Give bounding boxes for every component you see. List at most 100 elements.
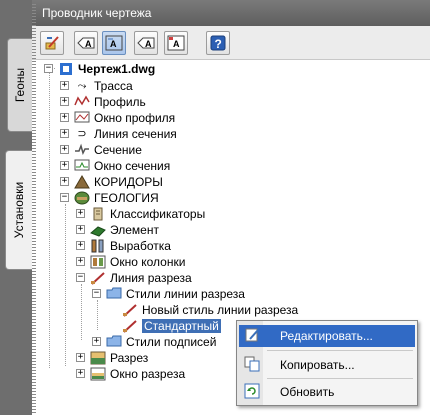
svg-text:A: A (110, 39, 117, 49)
tree-root[interactable]: − Чертеж1.dwg (44, 61, 155, 77)
sample-line-icon: ⊃ (77, 128, 87, 140)
label-style-arrow-icon: A (137, 37, 155, 49)
label-style-active-icon: A (105, 35, 123, 51)
expand-toggle[interactable]: + (60, 81, 69, 90)
collapse-toggle[interactable]: − (92, 289, 101, 298)
expand-toggle[interactable]: + (76, 353, 85, 362)
expand-toggle[interactable]: + (60, 97, 69, 106)
element-icon (90, 223, 106, 237)
tree-item-label: Линия сечения (94, 127, 177, 141)
tab-geons[interactable]: Геоны (7, 38, 32, 132)
tree-item-label: Трасса (94, 79, 133, 93)
tree-item-label: Окно сечения (94, 159, 171, 173)
tree-item-alignment[interactable]: + ⤳ Трасса (60, 78, 133, 94)
tree-item-label: Новый стиль линии разреза (142, 303, 299, 317)
menu-separator (267, 350, 413, 351)
label-style-grid-icon: A (167, 35, 185, 51)
svg-text:?: ? (215, 37, 222, 51)
tree-item-cut-line[interactable]: − Линия разреза (76, 270, 192, 286)
label-style-icon: A (77, 37, 95, 49)
label-style-active-button[interactable]: A (102, 31, 126, 55)
tree-root-label: Чертеж1.dwg (78, 62, 156, 76)
expand-toggle[interactable]: + (76, 209, 85, 218)
tree-item-label: Сечение (94, 143, 142, 157)
tree-item-cross-section-view[interactable]: + Окно разреза (76, 366, 185, 382)
side-tab-strip: Геоны Установки (0, 0, 33, 415)
menu-item-label: Редактировать... (280, 329, 373, 343)
tree-item-profile-view[interactable]: + Окно профиля (60, 110, 175, 126)
geology-icon (74, 191, 90, 205)
tree-item-label: КОРИДОРЫ (94, 175, 163, 189)
cut-line-style-icon (122, 303, 138, 317)
menu-item-copy[interactable]: Копировать... (239, 354, 415, 376)
help-button[interactable]: ? (206, 31, 230, 55)
label-style-button[interactable]: A (74, 31, 98, 55)
tree-item-label-selected: Стандартный (142, 319, 221, 333)
panel-titlebar[interactable]: Проводник чертежа (32, 0, 430, 26)
expand-toggle[interactable]: + (76, 241, 85, 250)
tree-item-geology[interactable]: − ГЕОЛОГИЯ (60, 190, 159, 206)
tree-item-column-view[interactable]: + Окно колонки (76, 254, 185, 270)
profile-icon (74, 95, 90, 109)
tab-settings-label: Установки (12, 181, 27, 239)
label-style-arrow-button[interactable]: A (134, 31, 158, 55)
expand-toggle[interactable]: + (60, 177, 69, 186)
tree-item-label: Окно профиля (94, 111, 176, 125)
folder-icon (106, 287, 122, 301)
corridor-icon (74, 175, 90, 189)
column-view-icon (90, 255, 106, 269)
label-style-grid-button[interactable]: A (164, 31, 188, 55)
tab-geons-label: Геоны (13, 67, 28, 103)
tree-item-borehole[interactable]: + Выработка (76, 238, 171, 254)
tree-item-cross-section[interactable]: + Разрез (76, 350, 148, 366)
cut-line-style-icon (122, 319, 138, 333)
expand-toggle[interactable]: + (76, 369, 85, 378)
help-icon: ? (210, 35, 226, 51)
copy-icon (242, 356, 262, 374)
svg-text:A: A (145, 39, 152, 49)
panel-gripper[interactable] (32, 4, 36, 415)
context-menu: Редактировать... Копировать... Обновить (236, 320, 418, 406)
section-icon (74, 143, 90, 157)
tree-item-element[interactable]: + Элемент (76, 222, 159, 238)
tree-item-sample-line[interactable]: + ⊃ Линия сечения (60, 126, 177, 142)
tree-item-label: Классификаторы (110, 207, 206, 221)
collapse-toggle[interactable]: − (60, 193, 69, 202)
tree-item-corridors[interactable]: + КОРИДОРЫ (60, 174, 163, 190)
cross-section-icon (90, 351, 106, 365)
cross-section-view-icon (90, 367, 106, 381)
menu-separator (267, 378, 413, 379)
tree-item-section-view[interactable]: + Окно сечения (60, 158, 170, 174)
tree-item-label: Элемент (110, 223, 159, 237)
collapse-toggle[interactable]: − (76, 273, 85, 282)
expand-toggle[interactable]: + (76, 257, 85, 266)
expand-toggle[interactable]: + (60, 145, 69, 154)
tree-item-label: Окно колонки (110, 255, 186, 269)
tree-item-profile[interactable]: + Профиль (60, 94, 146, 110)
edit-icon (242, 327, 262, 345)
edit-drawing-icon (45, 36, 59, 50)
tree-item-label-styles[interactable]: + Стили подписей (92, 334, 216, 350)
menu-item-edit[interactable]: Редактировать... (239, 325, 415, 347)
expand-toggle[interactable]: + (60, 161, 69, 170)
tree-item-standard[interactable]: Стандартный (122, 318, 221, 334)
tree-item-cut-line-styles[interactable]: − Стили линии разреза (92, 286, 245, 302)
profile-view-icon (74, 111, 90, 125)
tree-item-new-cut-line-style[interactable]: Новый стиль линии разреза (122, 302, 298, 318)
expand-toggle[interactable]: + (60, 129, 69, 138)
expand-toggle[interactable]: + (76, 225, 85, 234)
edit-drawing-button[interactable] (40, 31, 64, 55)
tree-item-classifiers[interactable]: + Классификаторы (76, 206, 205, 222)
collapse-toggle[interactable]: − (44, 64, 53, 73)
menu-item-label: Обновить (280, 385, 335, 399)
tab-settings[interactable]: Установки (5, 150, 33, 270)
refresh-icon (242, 383, 262, 401)
expand-toggle[interactable]: + (92, 337, 101, 346)
tree-item-section[interactable]: + Сечение (60, 142, 142, 158)
expand-toggle[interactable]: + (60, 113, 69, 122)
tree-item-label: Стили подписей (126, 335, 217, 349)
panel-title: Проводник чертежа (42, 6, 152, 20)
tree-item-label: Профиль (94, 95, 146, 109)
tree-item-label: Разрез (110, 351, 149, 365)
menu-item-refresh[interactable]: Обновить (239, 381, 415, 403)
